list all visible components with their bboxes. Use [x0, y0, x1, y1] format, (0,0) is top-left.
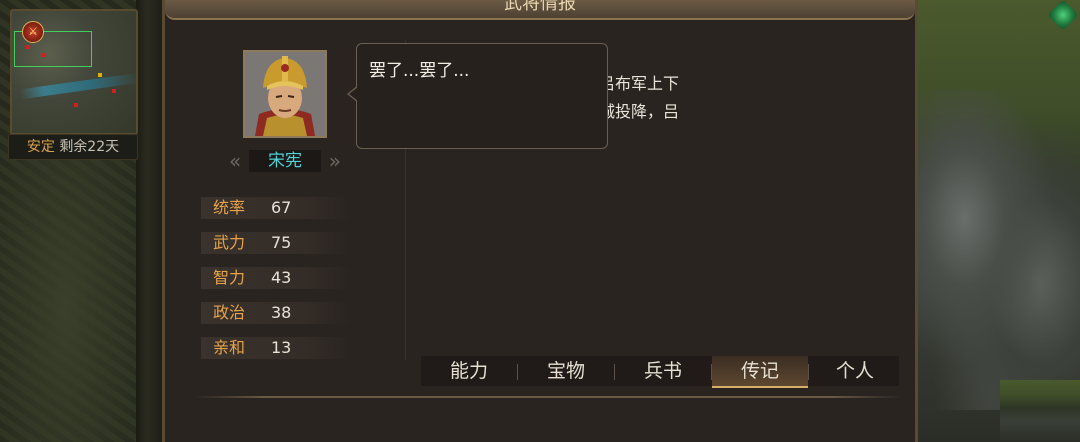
tab-personal[interactable]: 个人 — [807, 356, 903, 386]
emblem-icon[interactable]: ⚔ — [22, 21, 44, 43]
stability-label: 安定 — [26, 139, 55, 155]
portrait-image — [245, 52, 325, 136]
minimap-river — [19, 72, 136, 100]
general-name: 宋宪 — [249, 150, 321, 172]
panel-title-bar: 武将情报 — [165, 0, 915, 20]
stat-value: 38 — [271, 303, 292, 322]
stat-row-strength: 武力 75 — [201, 232, 351, 254]
minimap-unit-marker — [112, 89, 116, 93]
tab-treasure[interactable]: 宝物 — [518, 356, 614, 386]
stat-row-leadership: 统率 67 — [201, 197, 351, 219]
speech-bubble-text: 罢了...罢了... — [369, 61, 470, 81]
panel-title: 武将情报 — [504, 0, 576, 14]
water-terrain — [1000, 380, 1080, 442]
stat-row-intelligence: 智力 43 — [201, 267, 351, 289]
stat-value: 75 — [271, 233, 292, 252]
previous-general-icon[interactable]: « — [229, 148, 241, 174]
stat-row-affinity: 亲和 13 — [201, 337, 351, 359]
stat-label: 政治 — [213, 303, 246, 322]
stability-status: 安定 剩余22天 — [8, 134, 138, 160]
info-tabs: 能力 宝物 兵书 传记 个人 — [421, 356, 899, 388]
tab-art-of-war[interactable]: 兵书 — [615, 356, 711, 386]
tab-biography[interactable]: 传记 — [712, 356, 808, 388]
minimap-unit-marker — [26, 45, 30, 49]
stat-value: 67 — [271, 198, 292, 217]
stat-value: 13 — [271, 338, 292, 357]
decorative-pillar — [136, 0, 164, 442]
stability-days: 剩余22天 — [59, 139, 120, 155]
stat-value: 43 — [271, 268, 292, 287]
stat-label: 武力 — [213, 233, 246, 252]
mountain-terrain — [915, 90, 1080, 410]
stat-row-politics: 政治 38 — [201, 302, 351, 324]
stat-label: 统率 — [213, 198, 246, 217]
map-background-right — [915, 0, 1080, 442]
general-portrait[interactable] — [243, 50, 327, 138]
minimap-unit-marker — [98, 73, 102, 77]
minimap-unit-marker — [74, 103, 78, 107]
panel-bottom-divider — [195, 396, 901, 398]
minimap-unit-marker — [42, 53, 46, 57]
next-general-icon[interactable]: » — [329, 148, 341, 174]
minimap[interactable]: ⚔ — [10, 9, 138, 135]
stat-label: 智力 — [213, 268, 246, 287]
speech-bubble: 罢了...罢了... — [347, 43, 608, 149]
stat-label: 亲和 — [213, 338, 246, 357]
tab-ability[interactable]: 能力 — [421, 356, 517, 386]
general-name-selector: « 宋宪 » — [227, 148, 343, 174]
speech-bubble-tail-inner — [349, 87, 358, 101]
